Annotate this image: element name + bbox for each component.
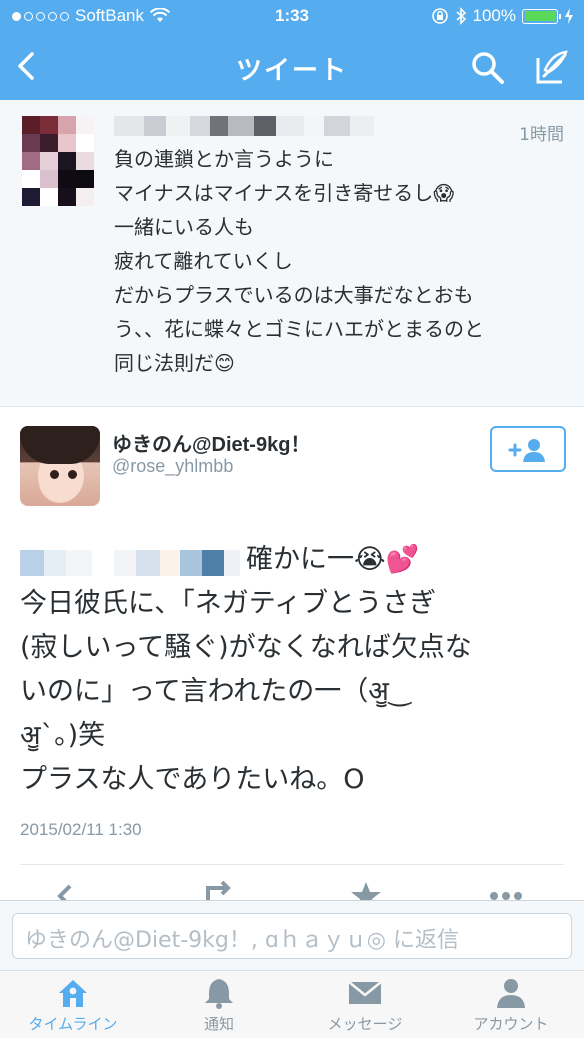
battery-icon <box>522 8 561 24</box>
pixelated-avatar[interactable] <box>22 116 94 206</box>
tab-label: アカウント <box>473 1015 549 1033</box>
compose-icon[interactable] <box>532 48 570 86</box>
tweet-timestamp: 2015/02/11 1:30 <box>20 820 142 839</box>
tweet-text: 負の連鎖とか言うように マイナスはマイナスを引き寄せるし😱 一緒にいる人も 疲れ… <box>114 147 484 375</box>
tweet-body-rest: 今日彼氏に、「ネガティブとうさぎ (寂しいって騒ぐ)がなくなれば欠点な いのに」… <box>20 588 472 795</box>
home-icon <box>59 980 87 1007</box>
tweet-actions <box>0 876 584 902</box>
favorite-icon[interactable] <box>346 880 386 902</box>
search-icon[interactable] <box>470 50 506 86</box>
status-right: 100% <box>431 6 574 26</box>
header: SoftBank 1:33 100% ツイート <box>0 0 584 100</box>
tab-bar: タイムライン 通知 メッセージ アカウント <box>0 970 584 1038</box>
add-user-icon <box>508 439 545 462</box>
tweet-body: 確かに一😭💕 今日彼氏に、「ネガティブとうさぎ (寂しいって騒ぐ)がなくなれば欠… <box>20 538 570 802</box>
charging-icon <box>565 8 573 24</box>
reply-icon[interactable] <box>52 880 92 902</box>
person-icon <box>497 979 525 1008</box>
tab-messages[interactable]: メッセージ <box>292 971 438 1038</box>
retweet-icon[interactable] <box>200 880 240 902</box>
tab-label: メッセージ <box>327 1015 403 1033</box>
envelope-icon <box>348 981 382 1004</box>
display-name[interactable]: ゆきのん@Diet-9kg！ <box>112 428 310 457</box>
tweet-body-first-line: 確かに一😭💕 <box>246 544 420 575</box>
in-reply-to-tweet[interactable]: 1時間 負の連鎖とか言うように マイナスはマイナスを引き寄せるし😱 一緒にいる人… <box>0 100 584 407</box>
divider <box>20 864 564 865</box>
tab-label: タイムライン <box>28 1015 118 1033</box>
orientation-lock-icon <box>431 8 448 24</box>
pixelated-name <box>114 116 374 136</box>
tweet-detail-screen: SoftBank 1:33 100% ツイート 1時間 負の連鎖とか言うように … <box>0 0 584 1038</box>
nav-bar: ツイート <box>0 34 584 100</box>
user-handle[interactable]: @rose_yhlmbb <box>112 456 233 477</box>
reply-input[interactable]: ゆきのん@Diet-9kg！, ɑｈａｙｕ◎ に返信 <box>12 913 572 959</box>
battery-percent: 100% <box>472 6 516 25</box>
bluetooth-icon <box>455 7 466 25</box>
avatar[interactable] <box>20 426 100 506</box>
status-bar: SoftBank 1:33 100% <box>0 0 584 34</box>
tab-timeline[interactable]: タイムライン <box>0 971 146 1038</box>
tab-label: 通知 <box>203 1015 234 1033</box>
follow-button[interactable] <box>490 426 566 472</box>
bell-icon <box>205 979 233 1009</box>
more-icon[interactable] <box>486 880 526 902</box>
reply-bar: ゆきのん@Diet-9kg！, ɑｈａｙｕ◎ に返信 <box>0 900 584 970</box>
tab-notifications[interactable]: 通知 <box>146 971 292 1038</box>
tab-account[interactable]: アカウント <box>438 971 584 1038</box>
